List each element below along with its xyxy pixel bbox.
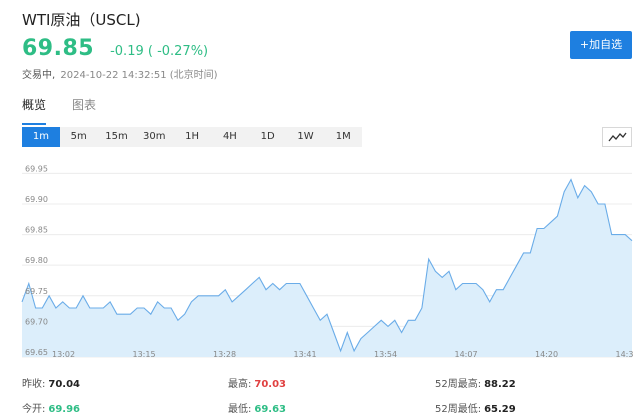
x-tick-label: 14:07 — [455, 350, 478, 359]
period-1m[interactable]: 1m — [22, 127, 60, 147]
tab-chart[interactable]: 图表 — [72, 96, 96, 119]
y-tick-label: 69.65 — [25, 348, 48, 357]
stat-label: 52周最低: — [435, 404, 482, 415]
x-tick-label: 13:41 — [294, 350, 317, 359]
stat-label: 昨收: — [22, 379, 46, 390]
price-chart[interactable]: 69.95 69.90 69.85 69.80 69.75 69.70 69.65 13:0… — [0, 150, 640, 366]
tab-overview[interactable]: 概览 — [22, 96, 47, 125]
price-area-fill — [22, 179, 632, 357]
period-1w[interactable]: 1W — [287, 127, 325, 147]
period-5m[interactable]: 5m — [60, 127, 98, 147]
stat-label: 最高: — [228, 379, 252, 390]
last-price: 69.85 — [22, 36, 95, 61]
stat-value: 65.29 — [484, 404, 516, 415]
status-label: 交易中, — [22, 70, 56, 81]
period-selector: 1m 5m 15m 30m 1H 4H 1D 1W 1M — [22, 127, 363, 147]
stat-value: 70.03 — [254, 379, 287, 390]
y-tick-label: 69.95 — [25, 164, 48, 173]
y-tick-label: 69.90 — [25, 195, 48, 204]
line-chart-icon — [608, 132, 627, 142]
y-tick-label: 69.70 — [25, 317, 48, 326]
instrument-title: WTI原油（USCL) — [22, 11, 141, 29]
x-tick-label: 14:3 — [616, 350, 634, 359]
period-1h[interactable]: 1H — [173, 127, 211, 147]
period-30m[interactable]: 30m — [135, 127, 173, 147]
stat-label: 52周最高: — [435, 379, 482, 390]
x-tick-label: 13:02 — [52, 350, 75, 359]
stat-open: 今开: 69.96 — [22, 400, 80, 415]
stat-low: 最低: 69.63 — [228, 400, 286, 415]
chart-type-toggle[interactable] — [602, 127, 632, 147]
price-change: -0.19 ( -0.27%) — [110, 44, 209, 59]
period-1mo[interactable]: 1M — [324, 127, 362, 147]
stat-value: 88.22 — [484, 379, 516, 390]
period-1d[interactable]: 1D — [249, 127, 287, 147]
stat-52w-high: 52周最高: 88.22 — [435, 375, 516, 390]
add-watchlist-button[interactable]: +加自选 — [570, 31, 632, 59]
stat-prev-close: 昨收: 70.04 — [22, 375, 80, 390]
stat-label: 最低: — [228, 404, 252, 415]
x-tick-label: 14:20 — [535, 350, 558, 359]
x-tick-label: 13:15 — [133, 350, 156, 359]
period-4h[interactable]: 4H — [211, 127, 249, 147]
stat-value: 69.63 — [254, 404, 287, 415]
y-tick-label: 69.75 — [25, 287, 48, 296]
stat-value: 70.04 — [48, 379, 81, 390]
view-tabs: 概览 图表 — [22, 96, 122, 125]
stat-value: 69.96 — [48, 404, 81, 415]
x-tick-label: 13:28 — [213, 350, 236, 359]
stat-high: 最高: 70.03 — [228, 375, 286, 390]
period-15m[interactable]: 15m — [98, 127, 136, 147]
quote-timestamp: 2024-10-22 14:32:51 (北京时间) — [60, 70, 218, 81]
y-tick-label: 69.80 — [25, 256, 48, 265]
price-row: 69.85 -0.19 ( -0.27%) — [22, 36, 208, 61]
x-tick-label: 13:54 — [374, 350, 397, 359]
trading-status: 交易中, 2024-10-22 14:32:51 (北京时间) — [22, 66, 218, 81]
stat-52w-low: 52周最低: 65.29 — [435, 400, 516, 415]
stat-label: 今开: — [22, 404, 46, 415]
y-tick-label: 69.85 — [25, 226, 48, 235]
